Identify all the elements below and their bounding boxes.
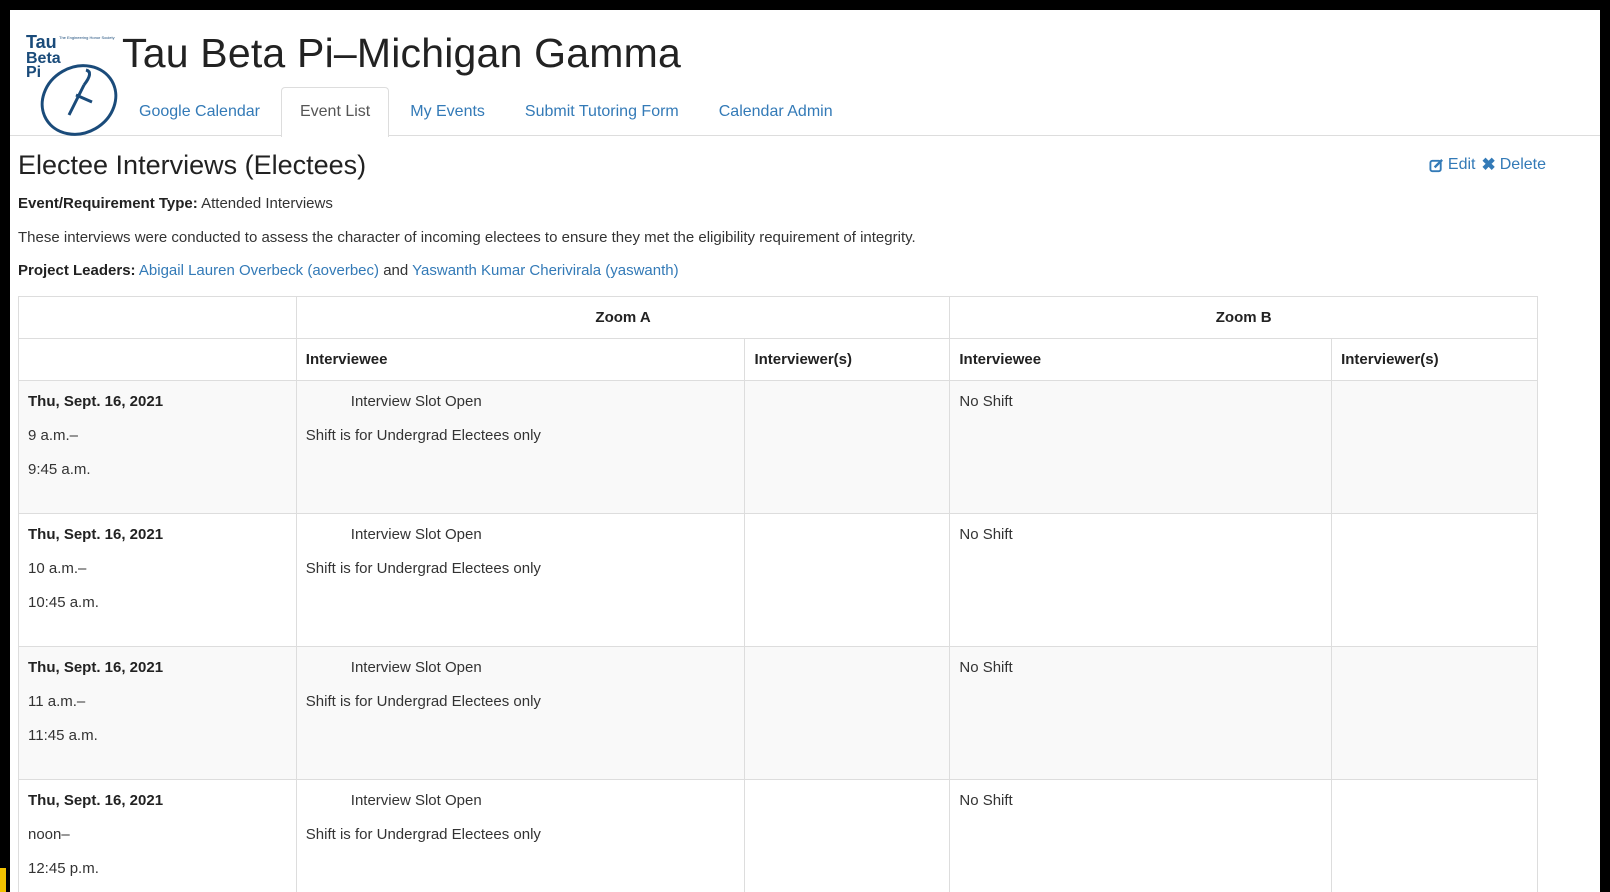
- group-header-zoom-b: Zoom B: [949, 296, 1538, 339]
- tab-calendar-admin[interactable]: Calendar Admin: [700, 87, 852, 136]
- project-leaders: Project Leaders: Abigail Lauren Overbeck…: [18, 262, 1598, 280]
- slot-start: 10 a.m.–: [28, 560, 87, 577]
- table-row: Thu, Sept. 16, 2021 10 a.m.– 10:45 a.m. …: [18, 513, 1538, 647]
- zoom-b-interviewers-cell: [1331, 380, 1538, 514]
- edit-label: Edit: [1447, 156, 1476, 173]
- event-type-value: Attended Interviews: [201, 195, 333, 212]
- slot-end: 9:45 a.m.: [28, 461, 91, 478]
- zoom-b-interviewee-cell: No Shift: [949, 380, 1333, 514]
- table-column-header: Interviewee Interviewer(s) Interviewee I…: [18, 338, 1538, 381]
- nav-tabs: Google Calendar Event List My Events Sub…: [120, 87, 854, 137]
- column-header-interviewee-b: Interviewee: [949, 338, 1333, 381]
- slot-status: Interview Slot Open: [350, 393, 482, 410]
- zoom-a-interviewee-cell: Interview Slot Open Shift is for Undergr…: [295, 380, 746, 514]
- slot-note: Shift is for Undergrad Electees only: [305, 826, 541, 843]
- event-actions: Edit ✖ Delete: [1429, 155, 1546, 175]
- slot-date: Thu, Sept. 16, 2021: [28, 659, 164, 676]
- slot-end: 10:45 a.m.: [28, 594, 99, 611]
- leaders-conjunction: and: [383, 262, 409, 279]
- zoom-a-interviewee-cell: Interview Slot Open Shift is for Undergr…: [295, 779, 746, 892]
- event-description: These interviews were conducted to asses…: [18, 229, 916, 246]
- column-header-interviewers-a: Interviewer(s): [744, 338, 951, 381]
- corner-accent: [0, 868, 6, 892]
- edit-icon: [1429, 158, 1443, 172]
- svg-text:The Engineering Honor Society: The Engineering Honor Society: [59, 35, 115, 40]
- slot-time-cell: Thu, Sept. 16, 2021 9 a.m.– 9:45 a.m.: [18, 380, 297, 514]
- tab-event-list[interactable]: Event List: [280, 87, 390, 137]
- tab-my-events[interactable]: My Events: [391, 87, 504, 136]
- zoom-b-interviewee-cell: No Shift: [949, 646, 1333, 780]
- svg-text:Pi: Pi: [26, 64, 41, 81]
- delete-button[interactable]: ✖ Delete: [1482, 155, 1547, 175]
- tab-google-calendar[interactable]: Google Calendar: [120, 87, 279, 136]
- zoom-a-interviewers-cell: [744, 513, 951, 647]
- zoom-b-interviewers-cell: [1331, 513, 1538, 647]
- slot-date: Thu, Sept. 16, 2021: [28, 393, 164, 410]
- leader-link-2[interactable]: Yaswanth Kumar Cherivirala (yaswanth): [412, 262, 679, 279]
- slot-end: 12:45 p.m.: [28, 860, 99, 877]
- slot-end: 11:45 a.m.: [28, 727, 98, 744]
- slot-note: Shift is for Undergrad Electees only: [305, 693, 541, 710]
- app-window: Tau Beta Pi The Engineering Honor Societ…: [10, 10, 1600, 892]
- zoom-a-interviewee-cell: Interview Slot Open Shift is for Undergr…: [295, 646, 746, 780]
- column-header-interviewee-a: Interviewee: [295, 338, 746, 381]
- zoom-a-interviewers-cell: [744, 380, 951, 514]
- leader-link-1[interactable]: Abigail Lauren Overbeck (aoverbec): [139, 262, 379, 279]
- column-header-interviewers-b: Interviewer(s): [1331, 338, 1538, 381]
- site-header: Tau Beta Pi The Engineering Honor Societ…: [10, 10, 1600, 137]
- slot-start: 9 a.m.–: [28, 427, 79, 444]
- edit-button[interactable]: Edit: [1429, 156, 1476, 174]
- delete-label: Delete: [1499, 156, 1546, 173]
- slot-time-cell: Thu, Sept. 16, 2021 noon– 12:45 p.m.: [18, 779, 297, 892]
- table-row: Thu, Sept. 16, 2021 noon– 12:45 p.m. Int…: [18, 779, 1538, 892]
- slot-status: Interview Slot Open: [350, 526, 482, 543]
- empty-header: [18, 296, 297, 339]
- empty-header: [18, 338, 297, 381]
- slot-status: No Shift: [959, 526, 1013, 543]
- slot-time-cell: Thu, Sept. 16, 2021 11 a.m.– 11:45 a.m.: [18, 646, 297, 780]
- slot-time-cell: Thu, Sept. 16, 2021 10 a.m.– 10:45 a.m.: [18, 513, 297, 647]
- project-leaders-label: Project Leaders:: [18, 262, 136, 279]
- tab-submit-tutoring-form[interactable]: Submit Tutoring Form: [506, 87, 698, 136]
- table-group-header: Zoom A Zoom B: [18, 296, 1538, 339]
- zoom-b-interviewee-cell: No Shift: [949, 513, 1333, 647]
- page-title: Electee Interviews (Electees): [18, 150, 367, 180]
- slot-start: 11 a.m.–: [28, 693, 86, 710]
- zoom-a-interviewers-cell: [744, 646, 951, 780]
- interview-slots-table: Zoom A Zoom B Interviewee Interviewer(s)…: [18, 296, 1538, 892]
- slot-status: Interview Slot Open: [350, 792, 482, 809]
- slot-status: Interview Slot Open: [350, 659, 482, 676]
- svg-text:Tau: Tau: [26, 32, 57, 52]
- tau-beta-pi-logo[interactable]: Tau Beta Pi The Engineering Honor Societ…: [24, 30, 124, 140]
- slot-status: No Shift: [959, 393, 1013, 410]
- site-title: Tau Beta Pi–Michigan Gamma: [122, 30, 681, 76]
- slot-start: noon–: [28, 826, 70, 843]
- slot-status: No Shift: [959, 659, 1013, 676]
- slot-date: Thu, Sept. 16, 2021: [28, 526, 164, 543]
- slot-note: Shift is for Undergrad Electees only: [305, 427, 541, 444]
- zoom-b-interviewers-cell: [1331, 646, 1538, 780]
- slot-status: No Shift: [959, 792, 1013, 809]
- zoom-a-interviewers-cell: [744, 779, 951, 892]
- zoom-b-interviewee-cell: No Shift: [949, 779, 1333, 892]
- close-icon: ✖: [1481, 155, 1496, 174]
- table-row: Thu, Sept. 16, 2021 11 a.m.– 11:45 a.m. …: [18, 646, 1538, 780]
- zoom-a-interviewee-cell: Interview Slot Open Shift is for Undergr…: [295, 513, 746, 647]
- event-detail: Electee Interviews (Electees) Edit ✖ Del…: [18, 150, 1598, 280]
- table-row: Thu, Sept. 16, 2021 9 a.m.– 9:45 a.m. In…: [18, 380, 1538, 514]
- slot-date: Thu, Sept. 16, 2021: [28, 792, 164, 809]
- event-type-label: Event/Requirement Type:: [18, 195, 198, 212]
- zoom-b-interviewers-cell: [1331, 779, 1538, 892]
- event-type: Event/Requirement Type: Attended Intervi…: [18, 195, 1598, 213]
- group-header-zoom-a: Zoom A: [295, 296, 951, 339]
- slot-note: Shift is for Undergrad Electees only: [305, 560, 541, 577]
